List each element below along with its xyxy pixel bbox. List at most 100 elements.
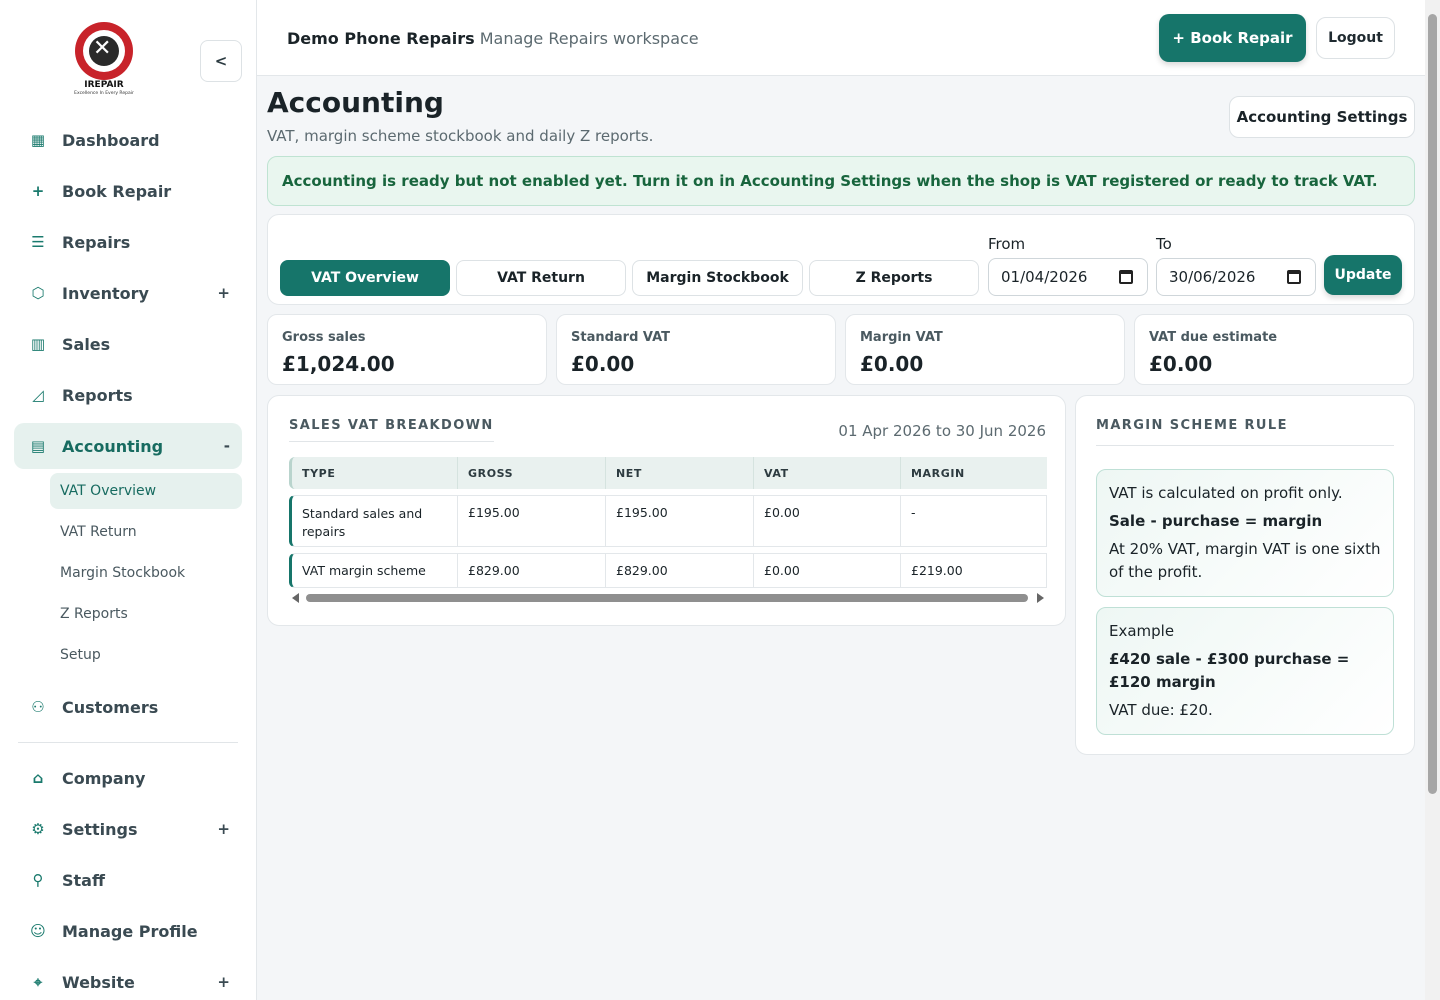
- table-horizontal-scrollbar[interactable]: [289, 592, 1047, 604]
- sidebar-item-label: Dashboard: [62, 130, 160, 150]
- sidebar-sub-vat-return[interactable]: VAT Return: [50, 514, 242, 550]
- calendar-icon[interactable]: [1287, 270, 1301, 284]
- tools-icon: ✕: [93, 36, 112, 61]
- sidebar-sub-vat-overview[interactable]: VAT Overview: [50, 473, 242, 509]
- table-row: Standard sales and repairs £195.00 £195.…: [289, 495, 1047, 547]
- to-date-input[interactable]: 30/06/2026: [1156, 258, 1316, 296]
- book-repair-button[interactable]: + Book Repair: [1159, 14, 1306, 62]
- cell-vat: £0.00: [753, 496, 900, 546]
- collapse-sidebar-button[interactable]: <: [200, 40, 242, 82]
- stat-value: £0.00: [860, 352, 924, 376]
- card-divider: [1096, 445, 1394, 446]
- sidebar-item-label: Repairs: [62, 232, 131, 252]
- page-scrollbar-thumb[interactable]: [1428, 14, 1437, 794]
- column-header-type[interactable]: TYPE: [292, 457, 457, 489]
- expand-icon[interactable]: +: [217, 820, 230, 838]
- info-alert: Accounting is ready but not enabled yet.…: [267, 156, 1415, 206]
- card-title: SALES VAT BREAKDOWN: [289, 418, 494, 442]
- sidebar-divider: [18, 742, 238, 743]
- update-button[interactable]: Update: [1324, 255, 1402, 295]
- example-label: Example: [1109, 622, 1175, 640]
- card-title: MARGIN SCHEME RULE: [1096, 418, 1288, 433]
- sidebar-item-book-repair[interactable]: + Book Repair: [14, 168, 242, 214]
- top-bar: Demo Phone Repairs Manage Repairs worksp…: [257, 0, 1425, 76]
- workspace-header: Demo Phone Repairs Manage Repairs worksp…: [287, 29, 699, 48]
- rule-line: At 20% VAT, margin VAT is one sixth of t…: [1109, 540, 1381, 581]
- column-header-margin[interactable]: MARGIN: [900, 457, 1050, 489]
- column-header-vat[interactable]: VAT: [753, 457, 900, 489]
- sidebar-item-staff[interactable]: ⚲ Staff: [14, 857, 242, 903]
- sidebar-item-inventory[interactable]: ⬡ Inventory +: [14, 270, 242, 316]
- tab-z-reports[interactable]: Z Reports: [809, 260, 979, 296]
- bank-icon: ⌂: [32, 769, 44, 787]
- stat-value: £1,024.00: [282, 352, 395, 376]
- stat-label: Gross sales: [282, 330, 366, 345]
- expand-icon[interactable]: +: [217, 284, 230, 302]
- sidebar-item-label: Inventory: [62, 283, 149, 303]
- stat-label: VAT due estimate: [1149, 330, 1278, 345]
- sidebar-item-website[interactable]: ⌖ Website +: [14, 959, 242, 1000]
- alert-text: Accounting is ready but not enabled yet.…: [282, 172, 1378, 190]
- scroll-right-icon[interactable]: [1037, 593, 1044, 603]
- stat-card-margin-vat: Margin VAT £0.00: [845, 314, 1125, 385]
- sidebar-item-company[interactable]: ⌂ Company: [14, 755, 242, 801]
- rule-example-box: Example £420 sale - £300 purchase = £120…: [1096, 607, 1394, 735]
- sidebar-item-customers[interactable]: ⚇ Customers: [14, 684, 242, 730]
- tab-vat-overview[interactable]: VAT Overview: [280, 260, 450, 296]
- filter-card: VAT Overview VAT Return Margin Stockbook…: [267, 214, 1415, 305]
- sidebar-item-label: Manage Profile: [62, 921, 198, 941]
- shop-name: Demo Phone Repairs: [287, 29, 475, 48]
- company-logo[interactable]: ✕ IREPAIR Excellence In Every Repair: [70, 22, 138, 98]
- sidebar-item-label: Book Repair: [62, 181, 172, 201]
- tab-vat-return[interactable]: VAT Return: [456, 260, 626, 296]
- globe-icon: ⌖: [33, 973, 43, 991]
- stat-label: Margin VAT: [860, 330, 943, 345]
- cell-vat: £0.00: [753, 554, 900, 587]
- logo-name: IREPAIR: [84, 80, 124, 90]
- sidebar-sub-z-reports[interactable]: Z Reports: [50, 596, 242, 632]
- sales-vat-breakdown-card: SALES VAT BREAKDOWN 01 Apr 2026 to 30 Ju…: [267, 395, 1066, 626]
- plus-icon: +: [31, 182, 45, 200]
- sidebar-item-repairs[interactable]: ☰ Repairs: [14, 219, 242, 265]
- example-result: VAT due: £20.: [1109, 701, 1213, 719]
- sidebar-item-reports[interactable]: ◿ Reports: [14, 372, 242, 418]
- sidebar-item-manage-profile[interactable]: ☺ Manage Profile: [14, 908, 242, 954]
- sidebar-sub-margin-stockbook[interactable]: Margin Stockbook: [50, 555, 242, 591]
- box-icon: ⬡: [31, 284, 45, 302]
- page-title: Accounting: [267, 86, 444, 119]
- logout-button[interactable]: Logout: [1316, 17, 1395, 59]
- rule-formula: Sale - purchase = margin: [1109, 512, 1323, 530]
- stat-value: £0.00: [571, 352, 635, 376]
- sidebar-sub-setup[interactable]: Setup: [50, 637, 242, 673]
- sidebar-item-dashboard[interactable]: ▦ Dashboard: [14, 117, 242, 163]
- scroll-left-icon[interactable]: [292, 593, 299, 603]
- expand-icon[interactable]: +: [217, 973, 230, 991]
- sidebar-item-label: Reports: [62, 385, 133, 405]
- accounting-settings-button[interactable]: Accounting Settings: [1229, 96, 1415, 138]
- user-icon: ☺: [30, 922, 46, 940]
- sidebar-item-label: Company: [62, 768, 146, 788]
- sidebar-item-accounting[interactable]: ▤ Accounting -: [14, 423, 242, 469]
- cell-margin: £219.00: [900, 554, 1050, 587]
- logo-tagline: Excellence In Every Repair: [74, 91, 134, 96]
- sidebar-item-sales[interactable]: ▥ Sales: [14, 321, 242, 367]
- sidebar-item-label: Sales: [62, 334, 111, 354]
- cell-gross: £195.00: [457, 496, 605, 546]
- from-date-input[interactable]: 01/04/2026: [988, 258, 1148, 296]
- rule-explanation-box: VAT is calculated on profit only. Sale -…: [1096, 469, 1394, 597]
- line-chart-icon: ◿: [32, 386, 44, 404]
- calendar-icon[interactable]: [1119, 270, 1133, 284]
- scrollbar-thumb[interactable]: [306, 594, 1028, 602]
- sidebar-item-settings[interactable]: ⚙ Settings +: [14, 806, 242, 852]
- cell-gross: £829.00: [457, 554, 605, 587]
- column-header-net[interactable]: NET: [605, 457, 753, 489]
- tab-margin-stockbook[interactable]: Margin Stockbook: [632, 260, 803, 296]
- sidebar-item-label: Settings: [62, 819, 138, 839]
- sidebar-item-label: Customers: [62, 697, 159, 717]
- stat-card-gross-sales: Gross sales £1,024.00: [267, 314, 547, 385]
- collapse-icon[interactable]: -: [224, 437, 230, 455]
- table-row: VAT margin scheme £829.00 £829.00 £0.00 …: [289, 553, 1047, 588]
- cell-type: VAT margin scheme: [302, 563, 426, 578]
- column-header-gross[interactable]: GROSS: [457, 457, 605, 489]
- from-label: From: [988, 235, 1026, 253]
